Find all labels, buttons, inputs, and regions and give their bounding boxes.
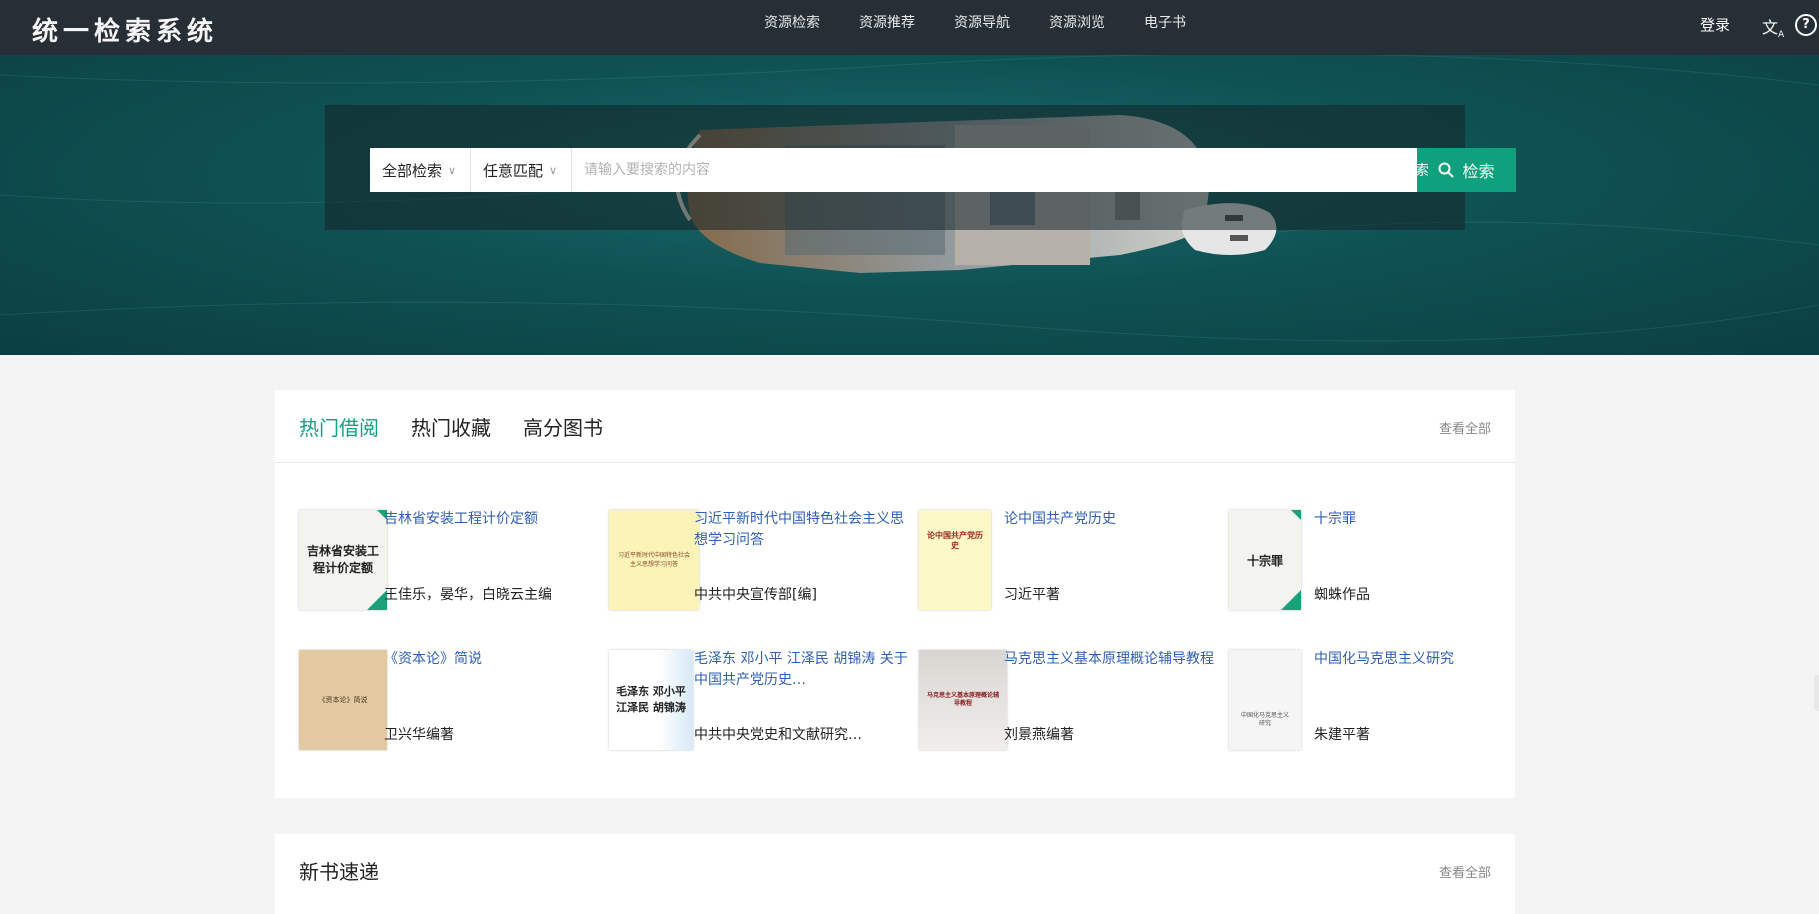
book-cover: 习近平新时代中国特色社会主义思想学习问答 <box>609 510 699 610</box>
book-cover-text: 习近平新时代中国特色社会主义思想学习问答 <box>618 552 691 568</box>
book-author: 习近平著 <box>1004 587 1060 603</box>
tab-high-rated[interactable]: 高分图书 <box>523 412 603 441</box>
book-author: 朱建平著 <box>1314 727 1370 743</box>
book-author: 王佳乐，晏华，白晓云主编 <box>384 587 552 603</box>
book-cover-text: 马克思主义基本原理概论辅导教程 <box>927 692 1000 707</box>
book-title[interactable]: 马克思主义基本原理概论辅导教程 <box>1004 649 1224 670</box>
nav-item-resource-browse[interactable]: 资源浏览 <box>1049 0 1105 55</box>
book-title[interactable]: 《资本论》简说 <box>384 649 604 670</box>
search-scope-select[interactable]: 全部检索 ∨ <box>370 148 471 192</box>
view-all-link[interactable]: 查看全部 <box>1439 418 1491 437</box>
brand-logo[interactable]: 统一检索系统 <box>32 11 218 48</box>
book-author: 卫兴华编著 <box>384 727 454 743</box>
tab-hot-borrow[interactable]: 热门借阅 <box>299 412 379 441</box>
book-title[interactable]: 中国化马克思主义研究 <box>1314 649 1534 670</box>
match-mode-value: 任意匹配 <box>483 161 544 180</box>
book-author: 刘景燕编著 <box>1004 727 1074 743</box>
login-link[interactable]: 登录 <box>1700 14 1730 35</box>
help-icon[interactable]: ? <box>1795 14 1817 36</box>
book-cover: 中国化马克思主义研究 <box>1229 650 1301 750</box>
translate-icon[interactable]: 文A <box>1762 14 1784 40</box>
chevron-down-icon: ∨ <box>549 163 558 177</box>
nav-item-resource-recommend[interactable]: 资源推荐 <box>859 0 915 55</box>
book-cover-text: 十宗罪 <box>1246 553 1283 568</box>
tab-hot-favorite[interactable]: 热门收藏 <box>411 412 491 441</box>
book-cover-text: 论中国共产党历史 <box>927 530 983 550</box>
divider <box>275 462 1515 463</box>
nav-item-resource-navigation[interactable]: 资源导航 <box>954 0 1010 55</box>
main-nav: 资源检索 资源推荐 资源导航 资源浏览 电子书 <box>764 0 1225 55</box>
view-all-link[interactable]: 查看全部 <box>1439 862 1491 881</box>
book-card[interactable]: 中国化马克思主义研究 中国化马克思主义研究 朱建平著 <box>1229 650 1529 750</box>
advanced-search-link[interactable]: 高级检索 <box>1373 160 1429 180</box>
book-cover-text: 《资本论》简说 <box>318 695 368 704</box>
search-bar: 全部检索 ∨ 任意匹配 ∨ 检索 <box>370 148 1516 192</box>
search-input[interactable] <box>572 148 1417 192</box>
book-title[interactable]: 习近平新时代中国特色社会主义思想学习问答 <box>694 509 914 551</box>
book-cover: 毛泽东 邓小平 江泽民 胡锦涛 <box>609 650 693 750</box>
book-card[interactable]: 《资本论》简说 《资本论》简说 卫兴华编著 <box>299 650 599 750</box>
match-mode-select[interactable]: 任意匹配 ∨ <box>471 148 572 192</box>
book-title[interactable]: 论中国共产党历史 <box>1004 509 1224 530</box>
book-cover: 吉林省安装工程计价定额 <box>299 510 387 610</box>
book-cover: 《资本论》简说 <box>299 650 387 750</box>
book-cover-text: 毛泽东 邓小平 江泽民 胡锦涛 <box>616 685 686 714</box>
book-author: 蜘蛛作品 <box>1314 587 1370 603</box>
search-button-label: 检索 <box>1462 164 1495 181</box>
top-nav-bar: 统一检索系统 资源检索 资源推荐 资源导航 资源浏览 电子书 登录 文A ? <box>0 0 1819 55</box>
book-card[interactable]: 马克思主义基本原理概论辅导教程 马克思主义基本原理概论辅导教程 刘景燕编著 <box>919 650 1219 750</box>
hot-books-tabs: 热门借阅 热门收藏 高分图书 <box>299 412 635 441</box>
new-books-header: 新书速递 <box>299 856 411 885</box>
book-card[interactable]: 毛泽东 邓小平 江泽民 胡锦涛 毛泽东 邓小平 江泽民 胡锦涛 关于中国共产党历… <box>609 650 909 750</box>
book-card[interactable]: 十宗罪 十宗罪 蜘蛛作品 <box>1229 510 1529 610</box>
book-cover-text: 吉林省安装工程计价定额 <box>307 544 380 575</box>
nav-item-ebook[interactable]: 电子书 <box>1144 0 1186 55</box>
side-drawer-handle[interactable] <box>1814 675 1819 711</box>
book-card[interactable]: 论中国共产党历史 论中国共产党历史 习近平著 <box>919 510 1219 610</box>
book-title[interactable]: 毛泽东 邓小平 江泽民 胡锦涛 关于中国共产党历史… <box>694 649 914 691</box>
book-card[interactable]: 吉林省安装工程计价定额 吉林省安装工程计价定额 王佳乐，晏华，白晓云主编 <box>299 510 599 610</box>
hero-banner: 全部检索 ∨ 任意匹配 ∨ 检索 高级检索 <box>0 55 1819 355</box>
hot-books-card: 热门借阅 热门收藏 高分图书 查看全部 吉林省安装工程计价定额 吉林省安装工程计… <box>275 390 1515 798</box>
new-books-card: 新书速递 查看全部 <box>275 834 1515 914</box>
book-title[interactable]: 吉林省安装工程计价定额 <box>384 509 604 530</box>
book-cover: 十宗罪 <box>1229 510 1301 610</box>
book-cover: 论中国共产党历史 <box>919 510 991 610</box>
search-panel: 全部检索 ∨ 任意匹配 ∨ 检索 高级检索 <box>325 105 1516 230</box>
search-button[interactable]: 检索 <box>1417 148 1516 192</box>
search-icon <box>1438 162 1455 178</box>
nav-item-resource-search[interactable]: 资源检索 <box>764 0 820 55</box>
book-title[interactable]: 十宗罪 <box>1314 509 1534 530</box>
chevron-down-icon: ∨ <box>448 163 457 177</box>
search-scope-value: 全部检索 <box>382 161 443 180</box>
book-card[interactable]: 习近平新时代中国特色社会主义思想学习问答 习近平新时代中国特色社会主义思想学习问… <box>609 510 909 610</box>
book-author: 中共中央党史和文献研究… <box>694 727 862 743</box>
new-books-title: 新书速递 <box>299 860 379 884</box>
book-cover: 马克思主义基本原理概论辅导教程 <box>919 650 1007 750</box>
book-cover-text: 中国化马克思主义研究 <box>1241 712 1290 727</box>
book-author: 中共中央宣传部[编] <box>694 587 817 603</box>
